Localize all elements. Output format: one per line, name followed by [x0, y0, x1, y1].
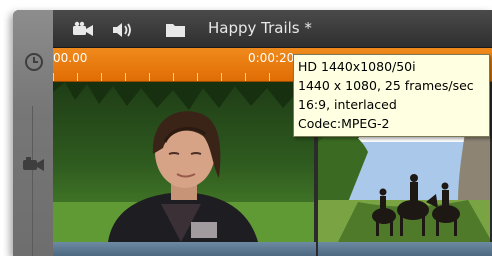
speaker-icon[interactable]	[111, 21, 135, 43]
track-header-rail	[13, 10, 53, 256]
clock-icon[interactable]	[24, 52, 44, 76]
woman-portrait-clip[interactable]	[53, 82, 316, 242]
project-title: Happy Trails *	[208, 19, 312, 37]
film-camera-icon[interactable]	[72, 21, 96, 43]
tooltip-line-codec: Codec:MPEG-2	[298, 116, 390, 131]
timeline-toolbar: Happy Trails *	[53, 10, 492, 48]
clip-audio-bar[interactable]	[53, 242, 316, 256]
folder-icon[interactable]	[165, 21, 187, 43]
clip-info-tooltip: HD 1440x1080/50i 1440 x 1080, 25 frames/…	[293, 54, 490, 137]
ruler-tick-label: 0:00:20	[248, 51, 295, 65]
clip-audio-bar[interactable]	[318, 242, 492, 256]
tooltip-line-format: HD 1440x1080/50i	[298, 59, 416, 74]
tooltip-line-aspect: 16:9, interlaced	[298, 97, 397, 112]
woman-portrait-thumbnail	[53, 82, 314, 242]
rail-divider	[32, 106, 33, 256]
ruler-tick-label: 00.00	[53, 51, 88, 65]
tooltip-line-resolution: 1440 x 1080, 25 frames/sec	[298, 78, 474, 93]
video-camera-icon[interactable]	[22, 156, 46, 178]
